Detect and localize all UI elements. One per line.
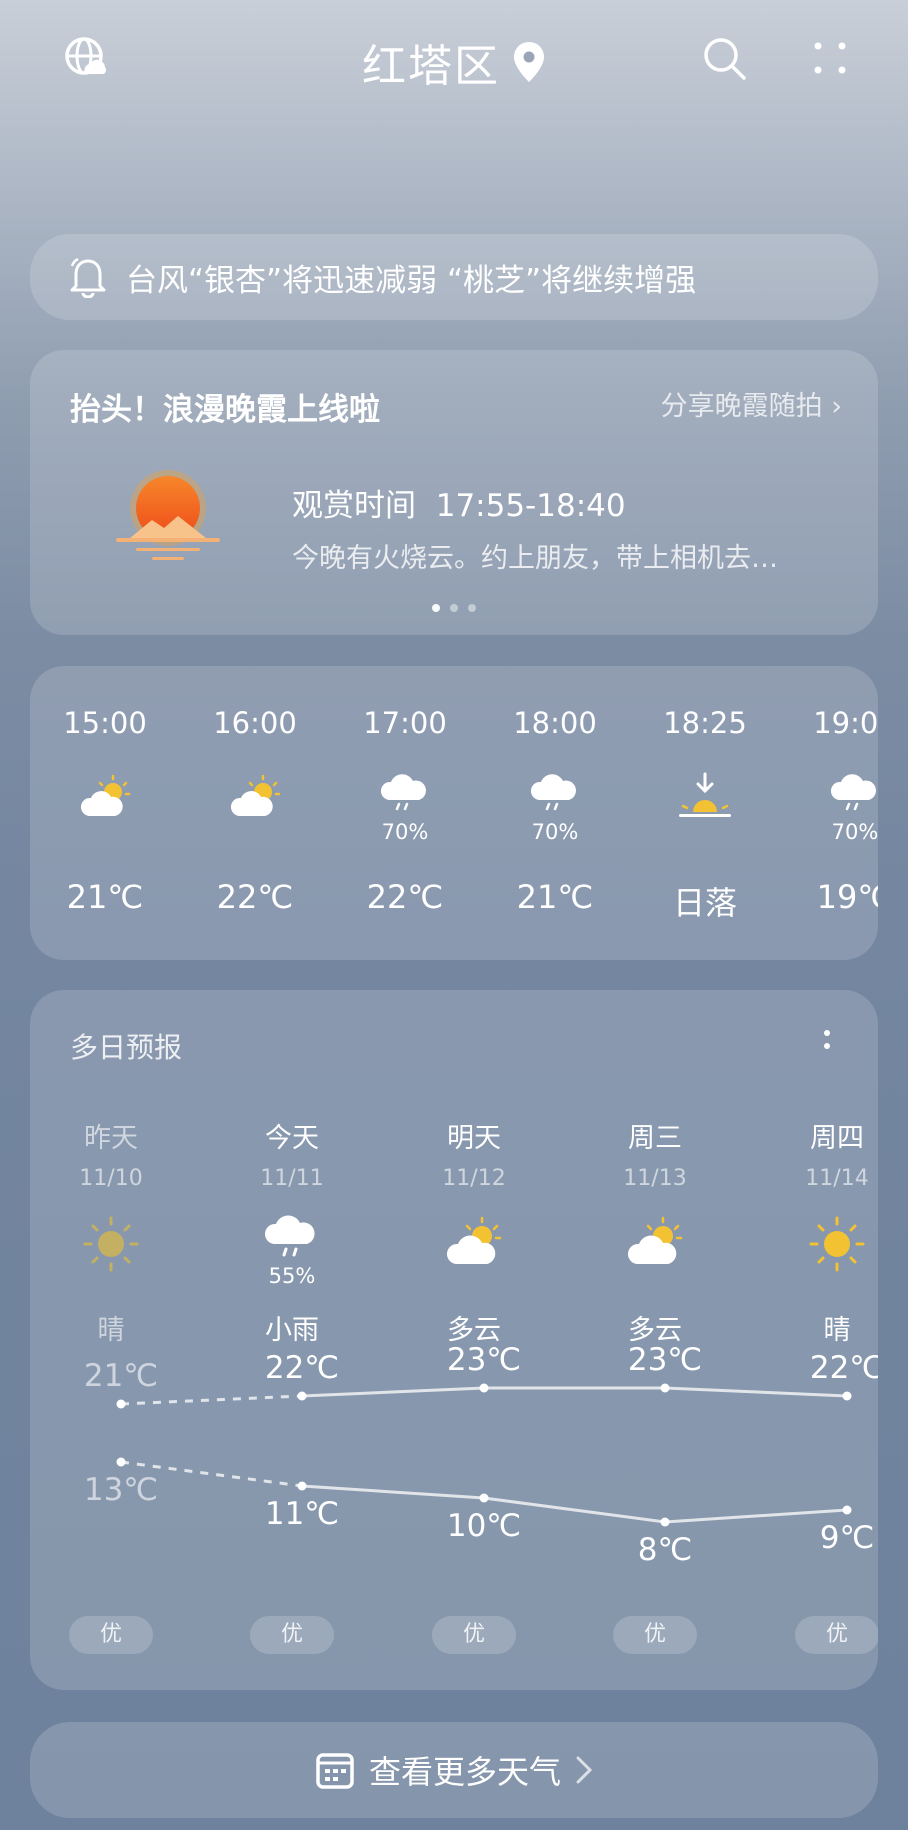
hour-temp: 22℃: [216, 878, 294, 916]
grid-menu-icon[interactable]: [806, 36, 854, 84]
hour-time: 18:25: [663, 706, 747, 740]
hour-temp: 22℃: [366, 878, 444, 916]
low-temp-point: [660, 1517, 670, 1527]
high-temp-label: 21℃: [84, 1358, 158, 1394]
rain-cloud-icon: [830, 774, 876, 811]
viewing-time-value: 17:55-18:40: [435, 488, 626, 524]
rain-cloud-icon: [380, 774, 426, 811]
bell-icon: [70, 257, 106, 298]
high-temp-label: 23℃: [628, 1342, 702, 1378]
hour-temp: 21℃: [516, 878, 594, 916]
high-temp-point: [479, 1383, 489, 1393]
calendar-icon: [316, 1753, 354, 1789]
top-bar: 红塔区: [0, 0, 908, 120]
location-title[interactable]: 红塔区: [0, 30, 908, 94]
high-temp-label: 23℃: [447, 1342, 521, 1378]
hour-item[interactable]: 18:00 70% 21℃: [480, 666, 630, 960]
rain-cloud-icon: [530, 774, 576, 811]
more-weather-label: 查看更多天气: [368, 1753, 561, 1791]
sunset-card[interactable]: 抬头！浪漫晚霞上线啦 分享晚霞随拍 › 观赏时间 17:55-18:40 今晚有…: [30, 350, 878, 635]
sunset-icon: [679, 772, 731, 817]
share-label: 分享晚霞随拍: [660, 391, 823, 422]
high-temp-label: 22℃: [810, 1350, 878, 1386]
low-temp-point: [479, 1493, 489, 1503]
sunset-art-icon: [116, 470, 220, 560]
hour-item[interactable]: 16:00 22℃: [180, 666, 330, 960]
carousel-dot[interactable]: [450, 604, 458, 612]
sunset-description: 今晚有火烧云。约上朋友，带上相机去…: [292, 543, 778, 574]
low-temp-label: 8℃: [638, 1532, 693, 1568]
carousel-dot[interactable]: [432, 604, 440, 612]
daily-forecast[interactable]: 多日预报 昨天 11/10 晴 优 今天 11/11 55% 小雨 优 明天 1…: [30, 990, 878, 1690]
hour-item[interactable]: 15:00 21℃: [30, 666, 180, 960]
hour-time: 18:00: [513, 706, 597, 740]
viewing-time-label: 观赏时间: [292, 488, 416, 524]
partly-cloudy-icon: [80, 774, 131, 816]
hour-time: 17:00: [363, 706, 447, 740]
precip-prob: 70%: [831, 820, 878, 844]
viewing-time: 观赏时间 17:55-18:40: [292, 480, 626, 525]
precip-prob: 70%: [531, 820, 579, 844]
high-temp-point: [842, 1391, 852, 1401]
hour-time: 19:00: [813, 706, 878, 740]
low-temp-point: [842, 1505, 852, 1515]
temperature-trend-chart: 21℃ 13℃ 22℃ 11℃ 23℃ 10℃ 23℃ 8℃ 22℃ 9℃: [84, 1342, 878, 1568]
carousel-dots: [30, 604, 878, 612]
low-temp-label: 10℃: [447, 1508, 521, 1544]
low-temp-label: 13℃: [84, 1472, 158, 1508]
more-weather-button[interactable]: 查看更多天气: [30, 1722, 878, 1818]
typhoon-alert-banner[interactable]: 台风“银杏”将迅速减弱 “桃芝”将继续增强: [30, 234, 878, 320]
location-pin-icon: [514, 42, 544, 82]
city-name: 红塔区: [362, 41, 500, 92]
hour-time: 15:00: [63, 706, 147, 740]
hour-item[interactable]: 19:00 70% 19℃: [780, 666, 878, 960]
share-sunset-link[interactable]: 分享晚霞随拍 ›: [661, 384, 842, 423]
high-temp-point: [116, 1399, 126, 1409]
hour-item[interactable]: 18:25 日落: [630, 666, 780, 960]
alert-text: 台风“银杏”将迅速减弱 “桃芝”将继续增强: [126, 262, 697, 299]
hour-item[interactable]: 17:00 70% 22℃: [330, 666, 480, 960]
high-temp-point: [297, 1391, 307, 1401]
hour-temp: 19℃: [816, 878, 878, 916]
hour-time: 16:00: [213, 706, 297, 740]
carousel-dot[interactable]: [468, 604, 476, 612]
chevron-right-icon: [576, 1756, 593, 1784]
low-temp-point: [297, 1481, 307, 1491]
precip-prob: 70%: [381, 820, 429, 844]
high-temp-segment: [301, 1386, 485, 1398]
sunset-title: 抬头！浪漫晚霞上线啦: [70, 392, 380, 428]
low-temp-label: 9℃: [820, 1520, 875, 1556]
hour-temp: 21℃: [66, 878, 144, 916]
low-temp-label: 11℃: [265, 1496, 339, 1532]
high-temp-label: 22℃: [265, 1350, 339, 1386]
search-icon[interactable]: [700, 34, 748, 82]
low-temp-point: [116, 1457, 126, 1467]
high-temp-point: [660, 1383, 670, 1393]
hourly-forecast[interactable]: 15:00 21℃ 16:00 22℃ 17:00 70% 22℃ 18:00: [30, 666, 878, 960]
partly-cloudy-icon: [230, 774, 281, 816]
high-temp-segment: [664, 1386, 848, 1398]
high-temp-segment: [120, 1394, 303, 1406]
hour-temp: 日落: [672, 884, 737, 922]
